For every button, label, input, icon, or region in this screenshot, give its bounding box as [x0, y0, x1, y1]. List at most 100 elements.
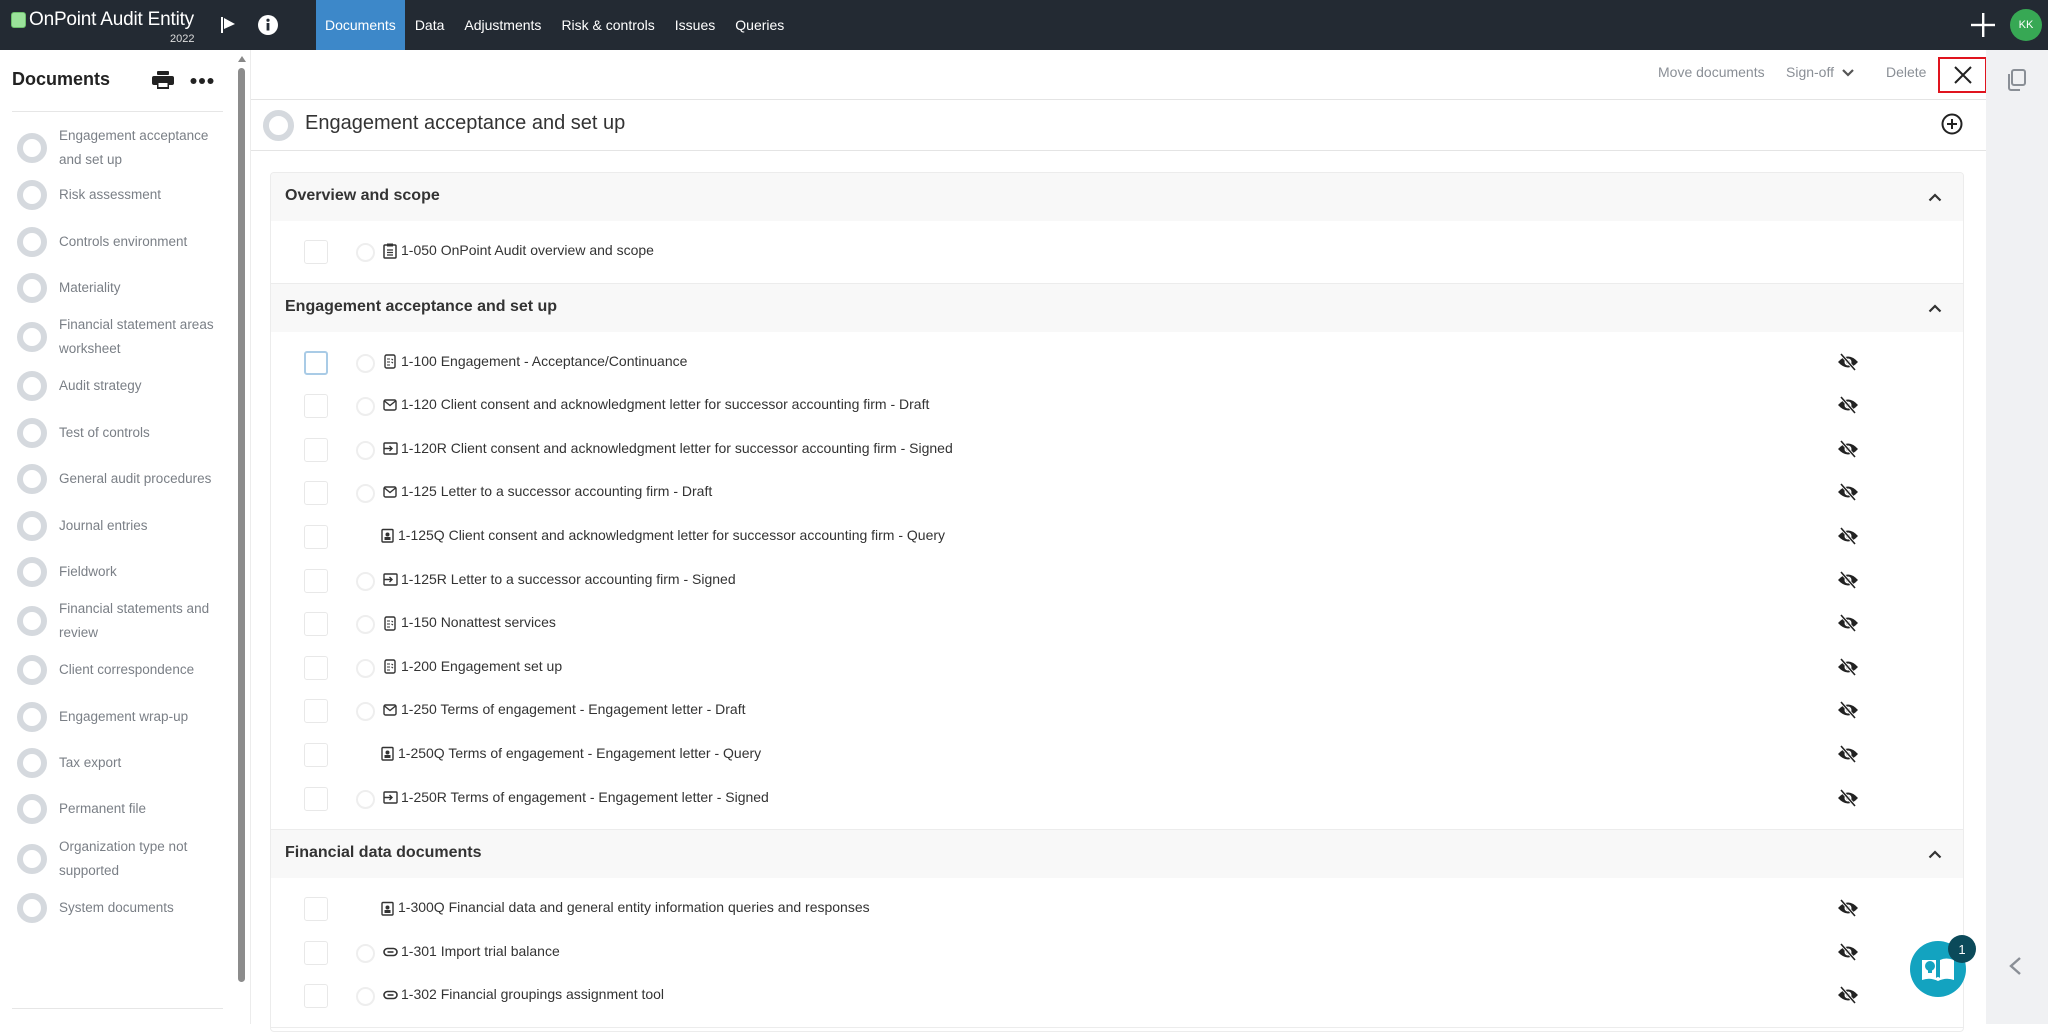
eye-slash-icon[interactable] [1837, 439, 1859, 463]
print-button[interactable] [152, 71, 174, 94]
eye-slash-icon[interactable] [1837, 396, 1859, 419]
document-name-link[interactable]: 1-120R Client consent and acknowledgment… [401, 440, 953, 456]
flag-button[interactable] [208, 0, 248, 50]
chevron-up-icon[interactable] [1928, 189, 1942, 207]
tab-adjustments[interactable]: Adjustments [454, 0, 551, 50]
eye-slash-icon[interactable] [1837, 657, 1859, 681]
sidebar-item-client-correspondence[interactable]: Client correspondence [0, 647, 232, 693]
document-name-link[interactable]: 1-302 Financial groupings assignment too… [401, 986, 664, 1002]
tab-risk-controls[interactable]: Risk & controls [551, 0, 664, 50]
eye-slash-icon[interactable] [1837, 570, 1859, 594]
row-checkbox[interactable] [304, 655, 328, 680]
row-checkbox[interactable] [304, 742, 328, 767]
document-name-link[interactable]: 1-100 Engagement - Acceptance/Continuanc… [401, 353, 687, 369]
sidebar-item-fieldwork[interactable]: Fieldwork [0, 549, 232, 595]
sidebar-item-materiality[interactable]: Materiality [0, 265, 232, 311]
eye-slash-icon[interactable] [1837, 899, 1859, 922]
sidebar-item-general-audit-procedures[interactable]: General audit procedures [0, 456, 232, 502]
tab-documents[interactable]: Documents [316, 0, 405, 50]
close-button[interactable] [1938, 57, 1987, 93]
document-row[interactable]: 1-050 OnPoint Audit overview and scope [271, 230, 1963, 274]
sidebar-scrollbar[interactable] [238, 56, 246, 982]
signoff-status-icon[interactable] [356, 987, 375, 1007]
signoff-status-icon[interactable] [356, 484, 375, 504]
signoff-status-icon[interactable] [356, 440, 375, 460]
row-checkbox[interactable] [304, 940, 328, 965]
sidebar-item-journal-entries[interactable]: Journal entries [0, 502, 232, 548]
signoff-status-icon[interactable] [356, 397, 375, 417]
move-documents-button[interactable]: Move documents [1658, 64, 1765, 80]
info-button[interactable] [248, 0, 288, 50]
eye-slash-icon[interactable] [1837, 352, 1859, 376]
eye-slash-icon[interactable] [1837, 483, 1859, 506]
expand-panel-button[interactable] [2008, 956, 2022, 981]
signoff-status-icon[interactable] [356, 243, 375, 262]
document-name-link[interactable]: 1-150 Nonattest services [401, 614, 556, 630]
chevron-up-icon[interactable] [1928, 846, 1942, 864]
document-row[interactable]: 1-150 Nonattest services [271, 602, 1963, 646]
document-row[interactable]: 1-100 Engagement - Acceptance/Continuanc… [271, 341, 1963, 385]
signoff-status-icon[interactable] [356, 658, 375, 678]
scrollbar-thumb[interactable] [238, 68, 245, 982]
create-button[interactable] [1966, 8, 2000, 42]
row-checkbox[interactable] [304, 568, 328, 593]
sign-off-dropdown[interactable]: Sign-off [1786, 64, 1854, 80]
document-row[interactable]: 1-125Q Client consent and acknowledgment… [271, 515, 1963, 559]
eye-slash-icon[interactable] [1837, 526, 1859, 550]
sidebar-item-controls-environment[interactable]: Controls environment [0, 218, 232, 264]
sidebar-item-risk-assessment[interactable]: Risk assessment [0, 172, 232, 218]
document-name-link[interactable]: 1-301 Import trial balance [401, 943, 560, 959]
add-document-button[interactable] [1941, 113, 1963, 140]
document-name-link[interactable]: 1-250 Terms of engagement - Engagement l… [401, 701, 745, 717]
help-guide-button[interactable]: 1 [1910, 935, 1976, 997]
document-row[interactable]: 1-125 Letter to a successor accounting f… [271, 471, 1963, 515]
document-name-link[interactable]: 1-120 Client consent and acknowledgment … [401, 396, 929, 412]
row-checkbox[interactable] [304, 612, 328, 637]
scroll-up-arrow-icon[interactable] [238, 56, 246, 62]
document-name-link[interactable]: 1-300Q Financial data and general entity… [398, 899, 870, 915]
sidebar-item-engagement-wrap-up[interactable]: Engagement wrap-up [0, 694, 232, 740]
eye-slash-icon[interactable] [1837, 986, 1859, 1009]
eye-slash-icon[interactable] [1837, 614, 1859, 637]
document-row[interactable]: 1-300Q Financial data and general entity… [271, 887, 1963, 931]
document-row[interactable]: 1-120 Client consent and acknowledgment … [271, 384, 1963, 428]
section-header-engagement-acceptance-and-set-up[interactable]: Engagement acceptance and set up [271, 283, 1963, 332]
document-name-link[interactable]: 1-125R Letter to a successor accounting … [401, 571, 736, 587]
document-name-link[interactable]: 1-050 OnPoint Audit overview and scope [401, 242, 654, 258]
eye-slash-icon[interactable] [1837, 744, 1859, 768]
row-checkbox[interactable] [304, 481, 328, 506]
status-ring-icon[interactable] [263, 110, 294, 141]
app-brand[interactable]: OnPoint Audit Entity 2022 [0, 0, 208, 50]
row-checkbox[interactable] [304, 394, 328, 419]
document-name-link[interactable]: 1-125 Letter to a successor accounting f… [401, 483, 712, 499]
signoff-status-icon[interactable] [356, 943, 375, 963]
row-checkbox[interactable] [304, 437, 328, 462]
row-checkbox[interactable] [304, 524, 328, 549]
document-row[interactable]: 1-120R Client consent and acknowledgment… [271, 428, 1963, 472]
document-name-link[interactable]: 1-250Q Terms of engagement - Engagement … [398, 745, 761, 761]
sidebar-item-permanent-file[interactable]: Permanent file [0, 786, 232, 832]
signoff-status-icon[interactable] [356, 702, 375, 722]
section-header-financial-data-documents[interactable]: Financial data documents [271, 830, 1963, 879]
row-checkbox[interactable] [304, 897, 328, 922]
tab-queries[interactable]: Queries [725, 0, 794, 50]
more-options-button[interactable] [190, 72, 214, 90]
document-row[interactable]: 1-200 Engagement set up [271, 646, 1963, 690]
eye-slash-icon[interactable] [1837, 701, 1859, 724]
signoff-status-icon[interactable] [356, 571, 375, 591]
tab-issues[interactable]: Issues [665, 0, 725, 50]
delete-button[interactable]: Delete [1886, 64, 1926, 80]
row-checkbox[interactable] [304, 350, 328, 375]
row-checkbox[interactable] [304, 984, 328, 1009]
sidebar-item-engagement-acceptance[interactable]: Engagement acceptance and set up [0, 124, 232, 172]
sidebar-item-system-documents[interactable]: System documents [0, 885, 232, 931]
sidebar-item-audit-strategy[interactable]: Audit strategy [0, 363, 232, 409]
sidebar-item-fs-areas-worksheet[interactable]: Financial statement areas worksheet [0, 311, 232, 363]
eye-slash-icon[interactable] [1837, 942, 1859, 966]
signoff-status-icon[interactable] [356, 615, 375, 635]
document-row[interactable]: 1-125R Letter to a successor accounting … [271, 559, 1963, 603]
row-checkbox[interactable] [304, 786, 328, 811]
user-avatar[interactable]: KK [2010, 9, 2042, 41]
document-row[interactable]: 1-250 Terms of engagement - Engagement l… [271, 689, 1963, 733]
tab-data[interactable]: Data [405, 0, 455, 50]
